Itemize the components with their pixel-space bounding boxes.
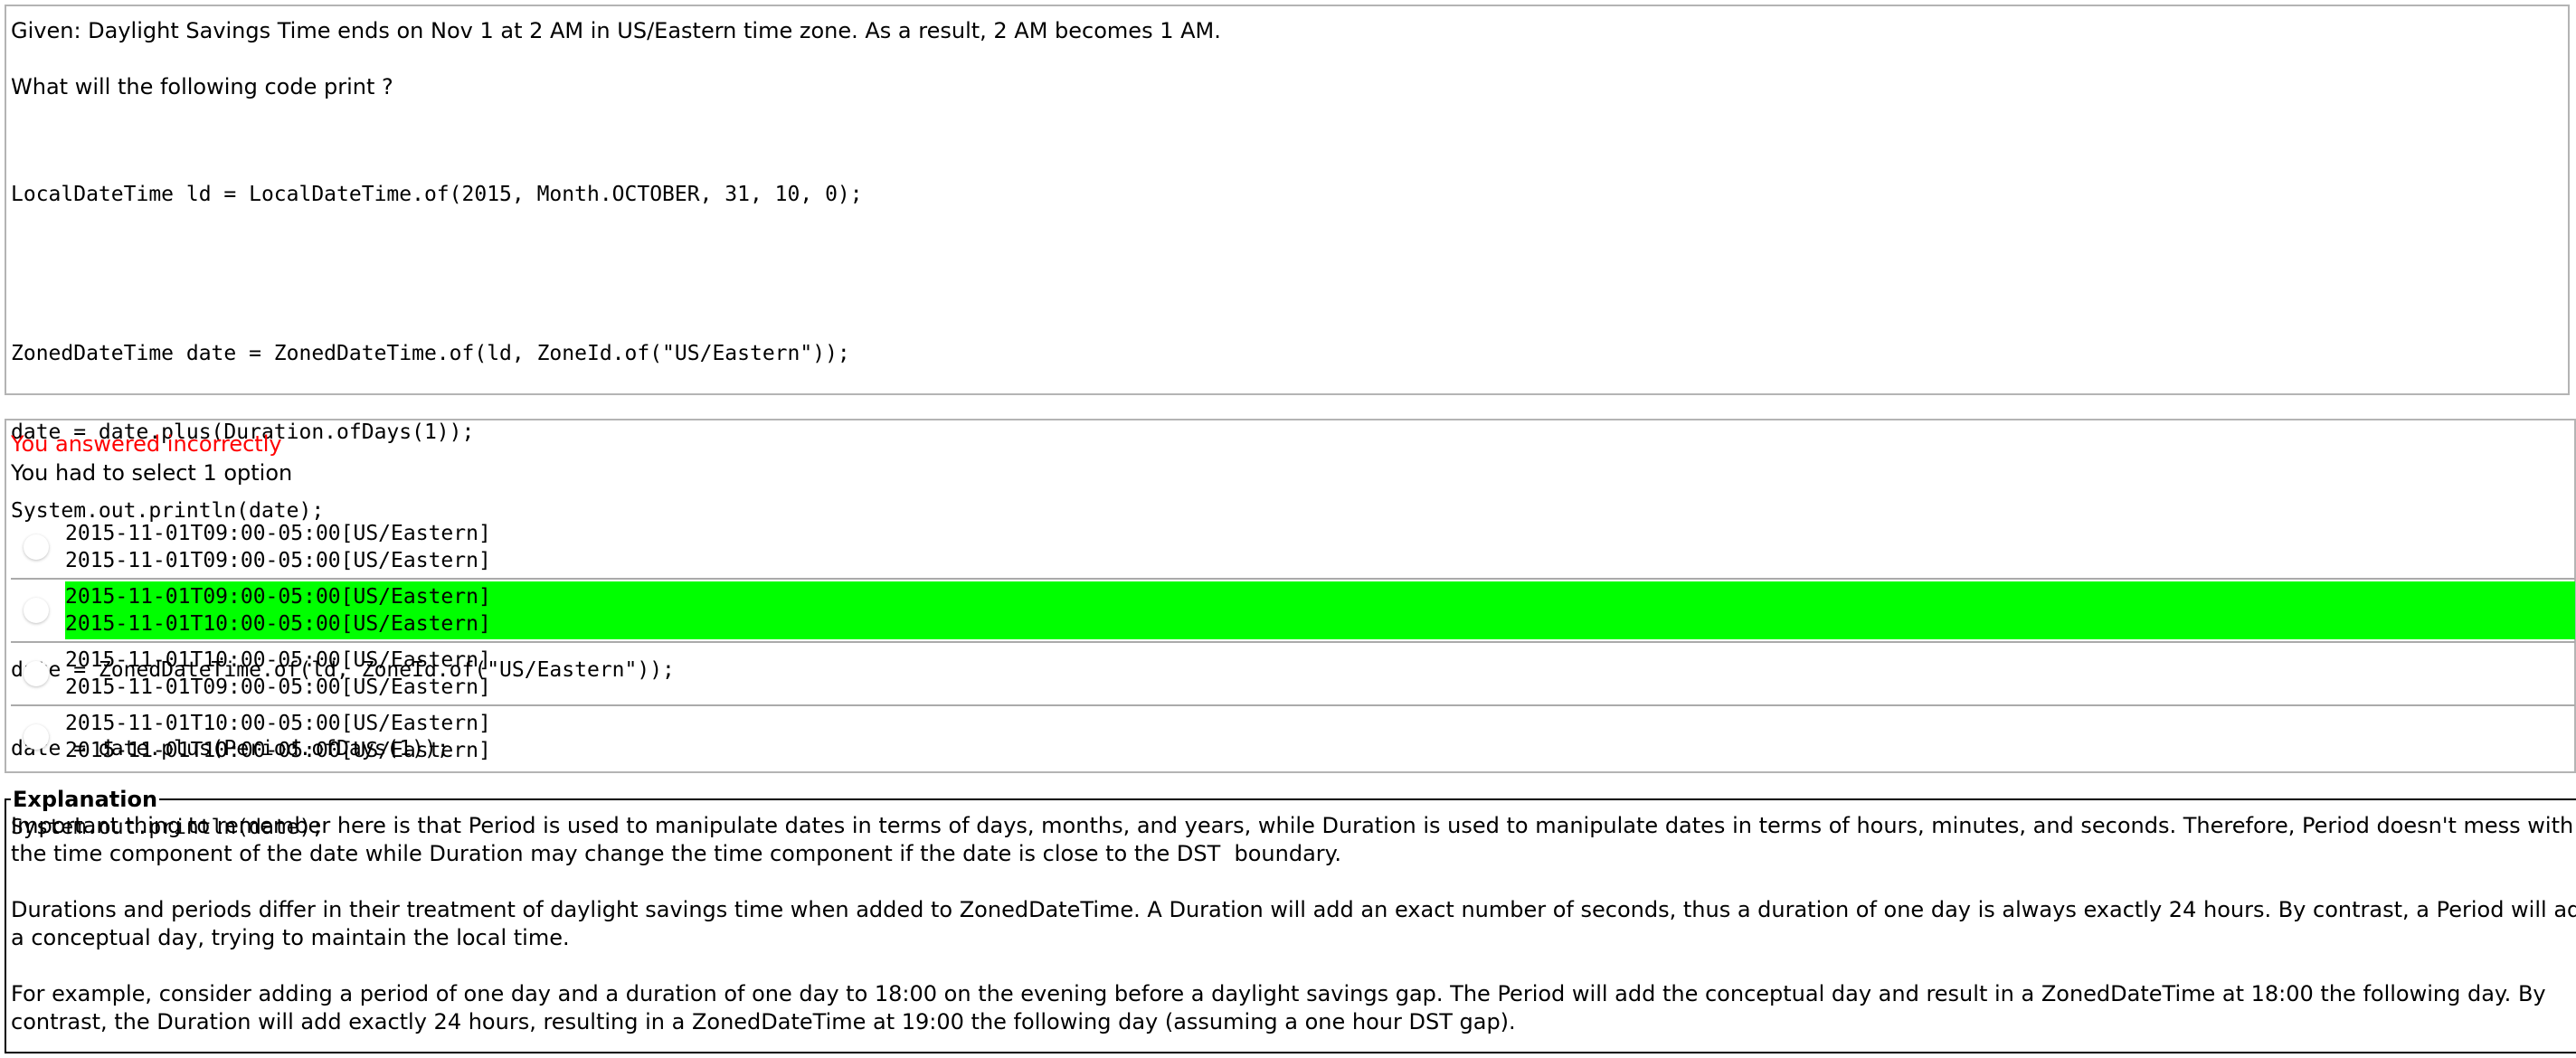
radio-button[interactable] — [24, 724, 49, 750]
option-line: 2015-11-01T09:00-05:00[US/Eastern] — [65, 549, 491, 572]
explanation-title: Explanation — [13, 787, 158, 812]
explanation-panel: Explanation Important thing to remember … — [5, 787, 2576, 1053]
radio-button[interactable] — [24, 661, 49, 686]
option-line: 2015-11-01T09:00-05:00[US/Eastern] — [65, 585, 491, 609]
option-4[interactable]: 2015-11-01T10:00-05:00[US/Eastern] 2015-… — [11, 706, 2575, 768]
option-3[interactable]: 2015-11-01T10:00-05:00[US/Eastern] 2015-… — [11, 643, 2575, 706]
option-text: 2015-11-01T10:00-05:00[US/Eastern] 2015-… — [65, 708, 2575, 766]
option-text: 2015-11-01T09:00-05:00[US/Eastern] 2015-… — [65, 518, 2575, 576]
explanation-line: the time component of the date while Dur… — [11, 841, 1342, 866]
explanation-line: Important thing to remember here is that… — [11, 813, 2574, 838]
option-line: 2015-11-01T10:00-05:00[US/Eastern] — [65, 612, 491, 636]
result-status: You answered incorrectly — [11, 431, 282, 457]
option-line: 2015-11-01T10:00-05:00[US/Eastern] — [65, 648, 491, 672]
explanation-paragraph: Important thing to remember here is that… — [11, 812, 2576, 868]
option-text-correct: 2015-11-01T09:00-05:00[US/Eastern] 2015-… — [65, 581, 2575, 639]
explanation-line: contrast, the Duration will add exactly … — [11, 1009, 1516, 1034]
option-line: 2015-11-01T09:00-05:00[US/Eastern] — [65, 675, 491, 699]
radio-button[interactable] — [24, 598, 49, 623]
question-panel: Given: Daylight Savings Time ends on Nov… — [5, 5, 2570, 839]
explanation-paragraph: Durations and periods differ in their tr… — [11, 896, 2576, 952]
code-line: ZonedDateTime date = ZonedDateTime.of(ld… — [11, 342, 850, 365]
option-line: 2015-11-01T10:00-05:00[US/Eastern] — [65, 712, 491, 735]
explanation-line: For example, consider adding a period of… — [11, 981, 2546, 1006]
option-list: 2015-11-01T09:00-05:00[US/Eastern] 2015-… — [11, 516, 2575, 768]
answers-panel: You answered incorrectly You had to sele… — [5, 419, 2576, 773]
question-prompt: What will the following code print ? — [11, 74, 393, 99]
explanation-line: Durations and periods differ in their tr… — [11, 897, 2576, 922]
question-given: Given: Daylight Savings Time ends on Nov… — [11, 18, 1221, 43]
option-1[interactable]: 2015-11-01T09:00-05:00[US/Eastern] 2015-… — [11, 516, 2575, 580]
option-text: 2015-11-01T10:00-05:00[US/Eastern] 2015-… — [65, 645, 2575, 703]
selection-requirement: You had to select 1 option — [11, 460, 293, 486]
explanation-paragraph: For example, consider adding a period of… — [11, 980, 2576, 1036]
option-line: 2015-11-01T09:00-05:00[US/Eastern] — [65, 522, 491, 545]
code-line: LocalDateTime ld = LocalDateTime.of(2015… — [11, 183, 863, 206]
explanation-line: a conceptual day, trying to maintain the… — [11, 925, 570, 950]
option-2-correct[interactable]: 2015-11-01T09:00-05:00[US/Eastern] 2015-… — [11, 580, 2575, 643]
radio-button[interactable] — [24, 534, 49, 560]
option-line: 2015-11-01T10:00-05:00[US/Eastern] — [65, 739, 491, 762]
